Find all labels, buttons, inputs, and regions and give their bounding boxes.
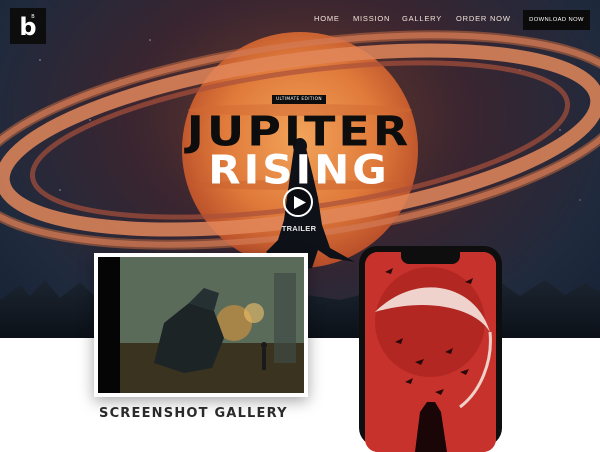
- phone-mockup: [359, 246, 502, 452]
- gallery-screenshot[interactable]: [94, 253, 308, 397]
- play-trailer-button[interactable]: [283, 187, 313, 217]
- title-line-2: RISING: [208, 146, 390, 193]
- nav-item-gallery[interactable]: GALLERY: [402, 14, 442, 23]
- phone-artwork: [365, 252, 496, 452]
- download-now-button[interactable]: DOWNLOAD NOW: [523, 10, 590, 30]
- brand-logo[interactable]: b B: [10, 8, 46, 44]
- screenshot-image: [94, 253, 308, 397]
- nav-item-home[interactable]: HOME: [314, 14, 340, 23]
- edition-badge: ULTIMATE EDITION: [272, 95, 326, 104]
- phone-screen: [365, 252, 496, 452]
- trailer-label: TRAILER: [281, 224, 317, 233]
- nav-item-mission[interactable]: MISSION: [353, 14, 390, 23]
- logo-badge: B: [30, 14, 36, 20]
- screenshot-gallery-heading: SCREENSHOT GALLERY: [99, 406, 288, 421]
- play-icon: [294, 196, 306, 209]
- phone-notch: [401, 252, 460, 264]
- nav-item-order-now[interactable]: ORDER NOW: [456, 14, 511, 23]
